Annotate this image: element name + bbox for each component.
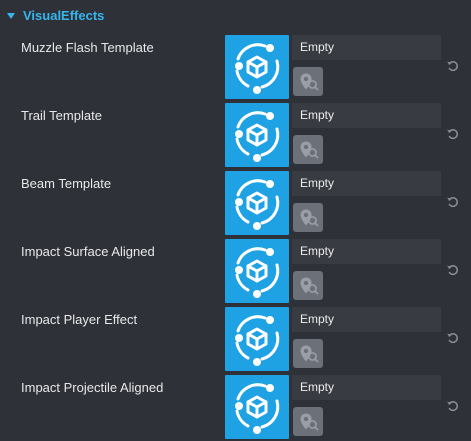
property-row: Beam Template Empty xyxy=(0,171,471,237)
effect-template-thumbnail[interactable] xyxy=(225,35,289,99)
property-label: Muzzle Flash Template xyxy=(21,40,154,55)
effect-template-thumbnail[interactable] xyxy=(225,307,289,371)
asset-picker-button[interactable] xyxy=(293,271,323,300)
property-label: Impact Projectile Aligned xyxy=(21,380,164,395)
effect-template-icon xyxy=(225,307,289,371)
property-row: Impact Projectile Aligned Empty xyxy=(0,375,471,441)
property-row: Impact Player Effect Empty xyxy=(0,307,471,373)
asset-reference-value: Empty xyxy=(300,380,335,394)
asset-reference-value: Empty xyxy=(300,176,335,190)
reset-icon xyxy=(446,263,460,277)
reset-icon xyxy=(446,399,460,413)
asset-picker-icon xyxy=(293,271,323,300)
asset-reference-value: Empty xyxy=(300,108,335,122)
asset-reference-field[interactable]: Empty xyxy=(292,375,441,400)
caret-down-icon[interactable] xyxy=(7,12,15,19)
effect-template-thumbnail[interactable] xyxy=(225,375,289,439)
asset-reference-field[interactable]: Empty xyxy=(292,171,441,196)
reset-icon xyxy=(446,195,460,209)
effect-template-icon xyxy=(225,171,289,235)
property-label: Beam Template xyxy=(21,176,112,191)
effect-template-icon xyxy=(225,103,289,167)
reset-button[interactable] xyxy=(446,331,460,345)
asset-reference-value: Empty xyxy=(300,244,335,258)
effect-template-icon xyxy=(225,375,289,439)
asset-picker-icon xyxy=(293,407,323,436)
property-label: Impact Player Effect xyxy=(21,312,138,327)
reset-button[interactable] xyxy=(446,263,460,277)
effect-template-thumbnail[interactable] xyxy=(225,171,289,235)
reset-button[interactable] xyxy=(446,59,460,73)
effect-template-icon xyxy=(225,35,289,99)
asset-picker-button[interactable] xyxy=(293,407,323,436)
asset-picker-button[interactable] xyxy=(293,203,323,232)
asset-picker-icon xyxy=(293,339,323,368)
visual-effects-panel: VisualEffects Muzzle Flash Template Empty… xyxy=(0,0,471,441)
asset-picker-button[interactable] xyxy=(293,135,323,164)
property-label: Trail Template xyxy=(21,108,102,123)
reset-button[interactable] xyxy=(446,127,460,141)
property-row: Trail Template Empty xyxy=(0,103,471,169)
section-header-visual-effects[interactable]: VisualEffects xyxy=(0,0,471,30)
effect-template-thumbnail[interactable] xyxy=(225,103,289,167)
reset-button[interactable] xyxy=(446,399,460,413)
asset-picker-icon xyxy=(293,67,323,96)
asset-picker-icon xyxy=(293,135,323,164)
property-row: Muzzle Flash Template Empty xyxy=(0,35,471,101)
property-row: Impact Surface Aligned Empty xyxy=(0,239,471,305)
asset-reference-value: Empty xyxy=(300,312,335,326)
asset-reference-field[interactable]: Empty xyxy=(292,307,441,332)
property-label: Impact Surface Aligned xyxy=(21,244,155,259)
reset-button[interactable] xyxy=(446,195,460,209)
asset-reference-value: Empty xyxy=(300,40,335,54)
reset-icon xyxy=(446,331,460,345)
asset-picker-button[interactable] xyxy=(293,67,323,96)
effect-template-thumbnail[interactable] xyxy=(225,239,289,303)
asset-picker-button[interactable] xyxy=(293,339,323,368)
reset-icon xyxy=(446,59,460,73)
effect-template-icon xyxy=(225,239,289,303)
asset-reference-field[interactable]: Empty xyxy=(292,103,441,128)
reset-icon xyxy=(446,127,460,141)
asset-reference-field[interactable]: Empty xyxy=(292,239,441,264)
asset-picker-icon xyxy=(293,203,323,232)
asset-reference-field[interactable]: Empty xyxy=(292,35,441,60)
section-title: VisualEffects xyxy=(23,7,105,23)
